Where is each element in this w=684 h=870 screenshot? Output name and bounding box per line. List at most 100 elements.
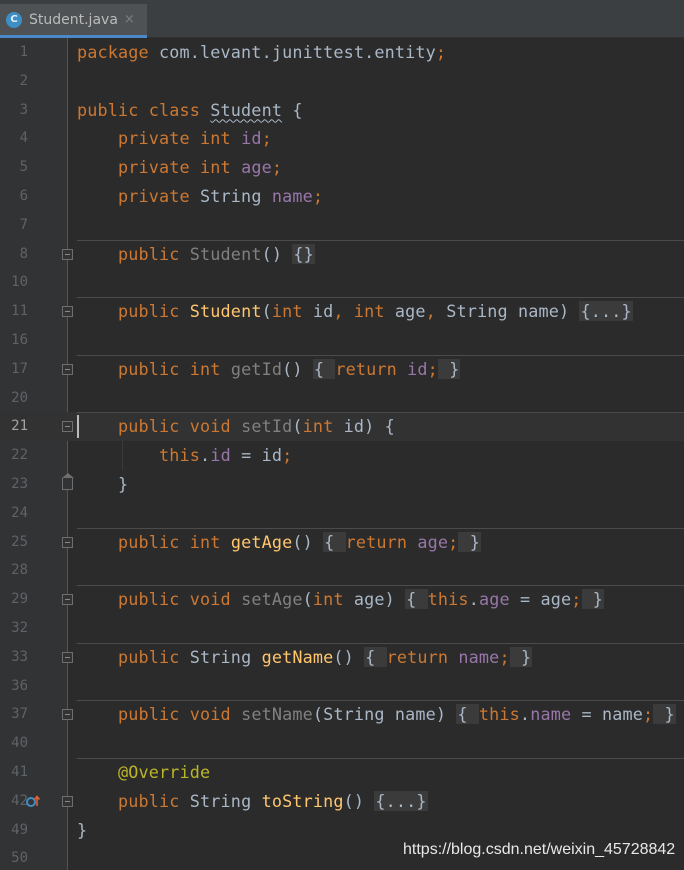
line-number[interactable]: 25 (0, 528, 28, 557)
fold-expand-icon[interactable] (62, 306, 73, 318)
line-number[interactable]: 22 (0, 441, 28, 470)
code-line[interactable]: 1 package com.levant.junittest.entity; (0, 38, 684, 67)
code-text[interactable]: public void setName(String name) { this.… (77, 700, 676, 729)
code-line[interactable]: 21 public void setId(int id) { (0, 412, 684, 442)
code-token: } (581, 589, 605, 610)
fold-expand-icon[interactable] (62, 795, 73, 807)
close-icon[interactable]: × (124, 12, 135, 27)
line-number[interactable]: 17 (0, 355, 28, 384)
code-text[interactable]: public Student(int id, int age, String n… (77, 297, 633, 326)
override-method-icon[interactable] (26, 794, 40, 808)
line-number[interactable]: 2 (0, 67, 28, 96)
tab-label: Student.java (29, 11, 118, 28)
line-number[interactable]: 23 (0, 470, 28, 499)
line-number[interactable]: 40 (0, 729, 28, 758)
code-line[interactable]: 49} (0, 816, 684, 845)
code-text[interactable]: public String getName() { return name; } (77, 643, 533, 672)
code-token: Student (189, 301, 262, 322)
line-number[interactable]: 8 (0, 240, 28, 269)
code-line[interactable]: 25 public int getAge() { return age; } (0, 527, 684, 557)
code-token: () (282, 358, 313, 379)
code-line[interactable]: 42 public String toString() {...} (0, 787, 684, 816)
line-number[interactable]: 36 (0, 672, 28, 701)
code-text[interactable]: public void setId(int id) { (77, 412, 395, 441)
code-text[interactable]: public class Student { (77, 96, 303, 125)
line-number[interactable]: 49 (0, 816, 28, 845)
code-line[interactable]: 8 public Student() {} (0, 239, 684, 269)
tab-student-java[interactable]: C Student.java × (0, 4, 147, 38)
code-line[interactable]: 3 public class Student { (0, 96, 684, 125)
line-number[interactable]: 24 (0, 499, 28, 528)
line-number[interactable]: 21 (0, 412, 28, 441)
code-line[interactable]: 7 (0, 211, 684, 240)
code-line[interactable]: 23 } (0, 470, 684, 499)
code-line[interactable]: 2 (0, 67, 684, 96)
line-number[interactable]: 16 (0, 326, 28, 355)
line-number[interactable]: 6 (0, 182, 28, 211)
code-token: . (519, 704, 531, 725)
fold-expand-icon[interactable] (62, 709, 73, 721)
code-text[interactable]: } (77, 816, 87, 845)
line-number[interactable]: 37 (0, 700, 28, 729)
code-token: id (241, 128, 262, 149)
code-line[interactable]: 28 (0, 556, 684, 585)
line-number[interactable]: 29 (0, 585, 28, 614)
line-number[interactable]: 3 (0, 96, 28, 125)
code-text[interactable]: public int getAge() { return age; } (77, 528, 481, 557)
code-line[interactable]: 29 public void setAge(int age) { this.ag… (0, 585, 684, 614)
code-line[interactable]: 33 public String getName() { return name… (0, 642, 684, 672)
line-number[interactable]: 4 (0, 124, 28, 153)
line-number[interactable]: 33 (0, 643, 28, 672)
code-text[interactable]: @Override (77, 758, 210, 787)
fold-expand-icon[interactable] (62, 594, 73, 606)
code-editor[interactable]: 1 package com.levant.junittest.entity; 2 3 p… (0, 38, 684, 870)
fold-expand-icon[interactable] (62, 536, 73, 548)
code-line[interactable]: 10 (0, 268, 684, 297)
code-token: return (386, 646, 459, 667)
code-text[interactable]: public Student() {} (77, 240, 315, 269)
code-text[interactable]: private int id; (77, 124, 272, 153)
code-text[interactable]: private int age; (77, 153, 282, 182)
line-number[interactable]: 1 (0, 38, 28, 67)
code-line[interactable]: 37 public void setName(String name) { th… (0, 700, 684, 729)
code-line[interactable]: 36 (0, 672, 684, 701)
fold-collapse-icon[interactable] (62, 421, 73, 433)
fold-expand-icon[interactable] (62, 248, 73, 260)
code-text[interactable]: public int getId() { return id; } (77, 355, 461, 384)
line-number[interactable]: 5 (0, 153, 28, 182)
line-number[interactable]: 28 (0, 556, 28, 585)
code-text[interactable]: private String name; (77, 182, 323, 211)
code-text[interactable]: package com.levant.junittest.entity; (77, 38, 446, 67)
code-line[interactable]: 24 (0, 499, 684, 528)
code-line[interactable]: 40 (0, 729, 684, 758)
code-line[interactable]: 11 public Student(int id, int age, Strin… (0, 297, 684, 326)
line-number[interactable]: 20 (0, 384, 28, 413)
code-line[interactable]: 41 @Override (0, 757, 684, 787)
code-text[interactable]: public void setAge(int age) { this.age =… (77, 585, 605, 614)
line-number[interactable]: 7 (0, 211, 28, 240)
code-line[interactable]: 16 (0, 326, 684, 355)
code-text[interactable]: } (77, 470, 128, 499)
code-token: setName (241, 704, 313, 725)
code-line[interactable]: 5 private int age; (0, 153, 684, 182)
fold-end-icon[interactable] (62, 472, 74, 490)
line-number[interactable]: 41 (0, 758, 28, 787)
code-line[interactable]: 32 (0, 614, 684, 643)
code-line[interactable]: 22 this.id = id; (0, 441, 684, 470)
code-line[interactable]: 20 (0, 384, 684, 413)
fold-expand-icon[interactable] (62, 651, 73, 663)
line-number[interactable]: 42 (0, 787, 28, 816)
code-token: String name) (446, 301, 580, 322)
line-number[interactable]: 32 (0, 614, 28, 643)
code-text[interactable]: this.id = id; (77, 441, 292, 470)
code-line[interactable]: 4 private int id; (0, 124, 684, 153)
code-token: id (312, 301, 334, 322)
code-text[interactable]: public String toString() {...} (77, 787, 428, 816)
line-number[interactable]: 11 (0, 297, 28, 326)
fold-expand-icon[interactable] (62, 363, 73, 375)
line-number[interactable]: 50 (0, 844, 28, 870)
line-number[interactable]: 10 (0, 268, 28, 297)
code-token: package (77, 42, 160, 62)
code-line[interactable]: 6 private String name; (0, 182, 684, 211)
code-line[interactable]: 17 public int getId() { return id; } (0, 354, 684, 384)
